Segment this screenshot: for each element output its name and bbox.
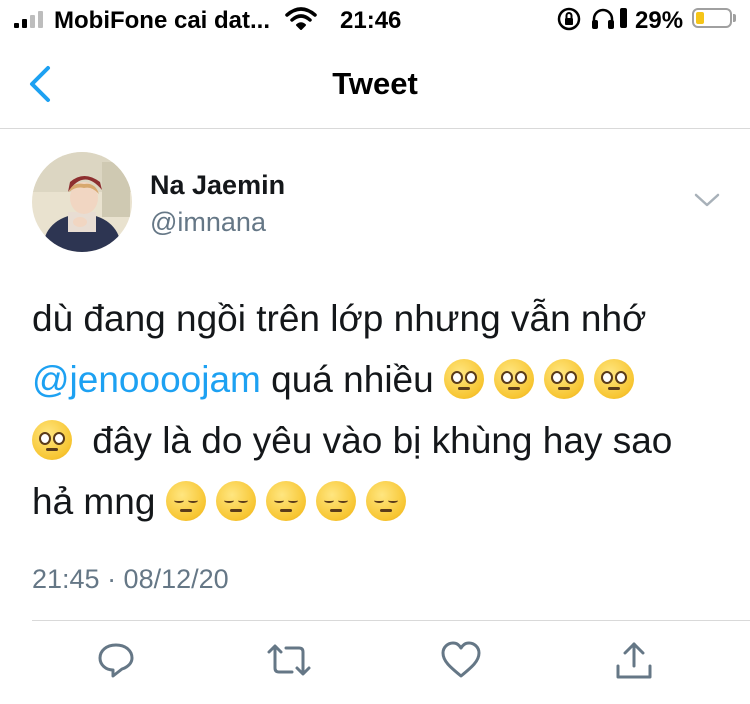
pleading-face-emoji [493,359,534,399]
battery-icon [692,8,732,28]
pleading-face-emoji [593,359,634,399]
chevron-down-icon[interactable] [692,190,722,210]
pensive-face-emoji [165,481,206,521]
reply-icon[interactable] [96,640,136,680]
author-name[interactable]: Na Jaemin [150,170,285,201]
tweet-text-part2: quá nhiều [271,359,434,400]
tweet-text: dù đang ngồi trên lớp nhưng vẫn nhớ @jen… [32,288,732,532]
author-handle[interactable]: @imnana [150,207,266,238]
nav-header: Tweet [0,40,750,129]
charging-indicator-icon [620,8,627,28]
pleading-face-emoji [443,359,484,399]
pensive-face-emoji [265,481,306,521]
tweet-text-part3: đây là do yêu vào bị khùng hay sao [92,420,673,461]
pleading-face-emoji [32,420,72,460]
retweet-icon[interactable] [266,640,312,680]
like-icon[interactable] [440,640,482,680]
divider [32,620,750,621]
pleading-face-emoji [543,359,584,399]
signal-icon [14,10,43,28]
page-title: Tweet [332,66,418,101]
share-icon[interactable] [614,640,654,682]
battery-percent: 29% [635,7,684,34]
status-time: 21:46 [340,7,402,34]
avatar[interactable] [32,152,132,252]
tweet-text-part4: hả mng [32,481,156,522]
tweet-text-line1: dù đang ngồi trên lớp nhưng vẫn nhớ [32,298,647,339]
rotation-lock-icon [557,7,581,31]
pensive-face-emoji [365,481,406,521]
headphones-icon [592,8,614,29]
status-bar: MobiFone cai dat... 21:46 29% [0,0,750,40]
wifi-icon [285,7,317,30]
mention-link[interactable]: @jenoooojam [32,359,261,400]
pensive-face-emoji [315,481,356,521]
battery-tip [733,14,736,22]
tweet-actions [0,640,750,690]
pensive-face-emoji [215,481,256,521]
tweet-timestamp: 21:45 · 08/12/20 [32,564,229,594]
carrier-name: MobiFone cai dat... [54,7,271,34]
